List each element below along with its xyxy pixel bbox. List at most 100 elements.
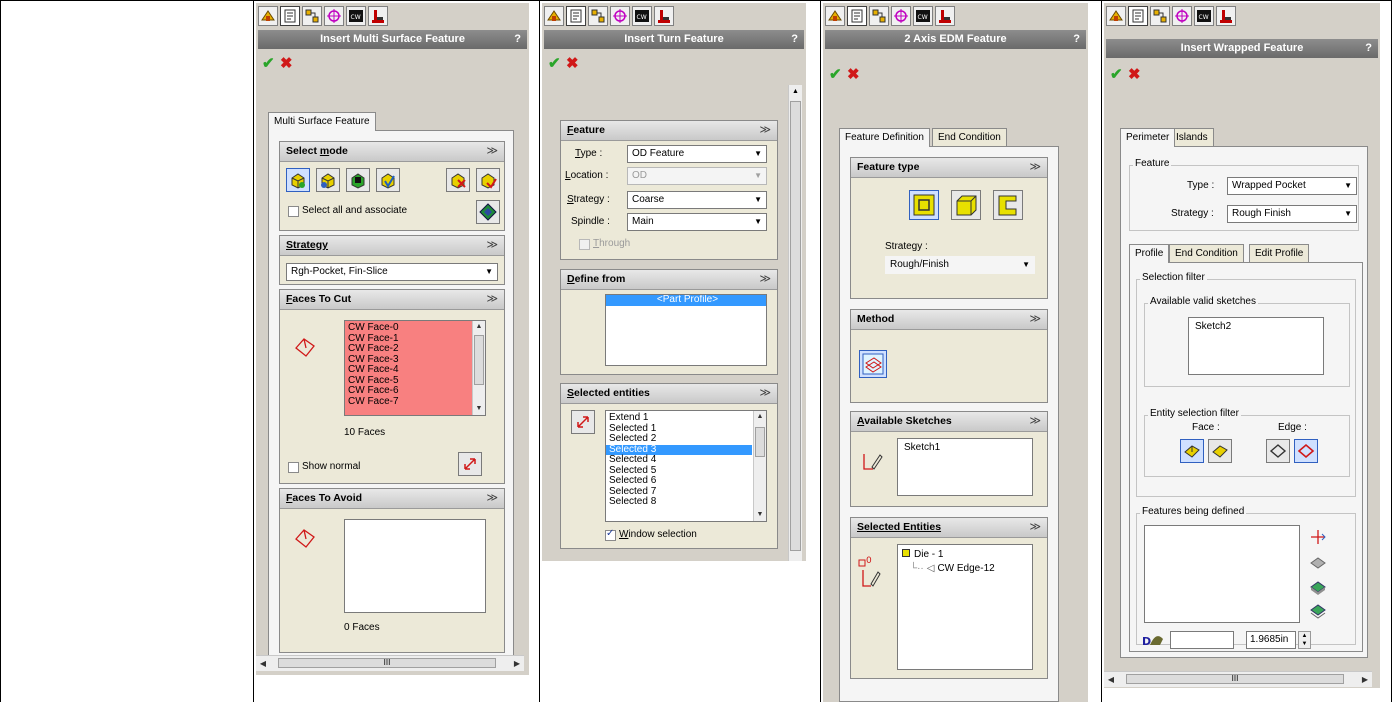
- feature-type-taper-button[interactable]: [951, 190, 981, 220]
- scroll-up-icon[interactable]: ▲: [473, 321, 485, 333]
- feature-type-step-button[interactable]: [993, 190, 1023, 220]
- configuration-tab[interactable]: [869, 6, 889, 26]
- collapse-icon[interactable]: ≫: [759, 121, 771, 140]
- depth-spinner[interactable]: ▲ ▼: [1298, 631, 1311, 649]
- ok-button[interactable]: ✔: [548, 55, 561, 73]
- panel-vertical-scrollbar[interactable]: [1372, 68, 1380, 668]
- configuration-tab[interactable]: [588, 6, 608, 26]
- feature-op2-button[interactable]: [1306, 575, 1330, 599]
- cancel-button[interactable]: ✖: [566, 55, 579, 73]
- cancel-button[interactable]: ✖: [280, 55, 293, 73]
- help-button[interactable]: ?: [791, 30, 798, 49]
- collapse-icon[interactable]: ≫: [759, 384, 771, 403]
- depth-reference-input[interactable]: [1170, 631, 1234, 649]
- available-sketches-header[interactable]: Available Sketches ≫: [851, 412, 1047, 432]
- cancel-button[interactable]: ✖: [1128, 66, 1141, 84]
- help-button[interactable]: ?: [1365, 39, 1372, 58]
- selected-entities-list[interactable]: Extend 1 Selected 1 Selected 2 Selected …: [605, 410, 767, 522]
- select-feature-mode-button[interactable]: [316, 168, 340, 192]
- select-body-mode-button[interactable]: [346, 168, 370, 192]
- collapse-icon[interactable]: ≫: [486, 489, 498, 508]
- remove-selected-button[interactable]: [446, 168, 470, 192]
- list-item[interactable]: Selected 4: [606, 454, 752, 466]
- list-item[interactable]: CW Face-2: [345, 343, 471, 355]
- select-mode-header[interactable]: Select mode ≫: [280, 142, 504, 162]
- property-manager-tab[interactable]: [280, 6, 300, 26]
- scroll-thumb[interactable]: [790, 101, 801, 551]
- scroll-thumb[interactable]: III: [278, 658, 496, 668]
- location-select[interactable]: OD: [627, 167, 767, 185]
- scroll-left-icon[interactable]: ◀: [256, 656, 270, 671]
- collapse-icon[interactable]: ≫: [759, 270, 771, 289]
- tool-tab[interactable]: [1216, 6, 1236, 26]
- define-from-header[interactable]: Define from ≫: [561, 270, 777, 290]
- list-item[interactable]: CW Face-6: [345, 385, 471, 397]
- cancel-button[interactable]: ✖: [847, 66, 860, 84]
- features-defined-list[interactable]: [1144, 525, 1300, 623]
- property-manager-tab[interactable]: [566, 6, 586, 26]
- camworks-tab[interactable]: CW: [632, 6, 652, 26]
- selected-entities-header[interactable]: Selected Entities ≫: [851, 518, 1047, 538]
- show-normal-checkbox[interactable]: [288, 462, 299, 473]
- ok-button[interactable]: ✔: [262, 55, 275, 73]
- ok-button[interactable]: ✔: [829, 66, 842, 84]
- list-item[interactable]: <Part Profile>: [606, 295, 766, 306]
- edge-filter-off-button[interactable]: [1266, 439, 1290, 463]
- camworks-tab[interactable]: CW: [346, 6, 366, 26]
- tab-profile[interactable]: Profile: [1129, 244, 1170, 263]
- dimxpert-tab[interactable]: [1172, 6, 1192, 26]
- tree-child-edge[interactable]: └·· ◁ CW Edge-12: [910, 562, 995, 576]
- faces-to-cut-list[interactable]: CW Face-0 CW Face-1 CW Face-2 CW Face-3 …: [344, 320, 486, 416]
- tab-multi-surface-feature[interactable]: Multi Surface Feature: [268, 112, 376, 131]
- faces-to-cut-header[interactable]: Faces To Cut ≫: [280, 290, 504, 310]
- selected-entities-header[interactable]: Selected entities ≫: [561, 384, 777, 404]
- edge-filter-on-button[interactable]: [1294, 439, 1318, 463]
- camworks-tab[interactable]: CW: [1194, 6, 1214, 26]
- property-manager-tab[interactable]: [847, 6, 867, 26]
- ok-button[interactable]: ✔: [1110, 66, 1123, 84]
- feature-type-header[interactable]: Feature type ≫: [851, 158, 1047, 178]
- feature-op1-button[interactable]: [1306, 551, 1330, 575]
- feature-manager-tab[interactable]: [258, 6, 278, 26]
- through-checkbox[interactable]: [579, 239, 590, 250]
- feature-manager-tab[interactable]: [825, 6, 845, 26]
- feature-header[interactable]: Feature ≫: [561, 121, 777, 141]
- method-header[interactable]: Method ≫: [851, 310, 1047, 330]
- strategy-select[interactable]: Rough Finish: [1227, 205, 1357, 223]
- configuration-tab[interactable]: [302, 6, 322, 26]
- spindle-select[interactable]: Main: [627, 213, 767, 231]
- property-manager-tab[interactable]: [1128, 6, 1148, 26]
- select-all-associate-checkbox[interactable]: [288, 206, 299, 217]
- window-selection-checkbox[interactable]: [605, 528, 616, 541]
- camworks-tab[interactable]: CW: [913, 6, 933, 26]
- entities-list-scrollbar[interactable]: ▲ ▼: [753, 411, 766, 521]
- face-filter-off-button[interactable]: [1208, 439, 1232, 463]
- scroll-thumb[interactable]: III: [1126, 674, 1344, 684]
- tab-end-condition[interactable]: End Condition: [932, 128, 1007, 146]
- collapse-icon[interactable]: ≫: [486, 290, 498, 309]
- scroll-down-icon[interactable]: ▼: [473, 403, 485, 415]
- feature-type-through-button[interactable]: [909, 190, 939, 220]
- scroll-right-icon[interactable]: ▶: [510, 656, 524, 671]
- reverse-normal-button[interactable]: [458, 452, 482, 476]
- associate-button[interactable]: [476, 200, 500, 224]
- faces-to-avoid-header[interactable]: Faces To Avoid ≫: [280, 489, 504, 509]
- feature-manager-tab[interactable]: [544, 6, 564, 26]
- tab-perimeter[interactable]: Perimeter: [1120, 128, 1176, 147]
- list-item[interactable]: Selected 2: [606, 433, 752, 445]
- scroll-down-icon[interactable]: ▼: [754, 509, 766, 521]
- list-item[interactable]: Selected 6: [606, 475, 752, 487]
- tab-end-condition[interactable]: End Condition: [1169, 244, 1244, 262]
- list-item[interactable]: Sketch2: [1189, 318, 1323, 333]
- strategy-select[interactable]: Rgh-Pocket, Fin-Slice: [286, 263, 498, 281]
- collapse-icon[interactable]: ≫: [1029, 158, 1041, 177]
- scroll-thumb[interactable]: [474, 335, 484, 385]
- dimxpert-tab[interactable]: [610, 6, 630, 26]
- method-button[interactable]: [859, 350, 887, 378]
- feature-op3-button[interactable]: [1306, 599, 1330, 623]
- tool-tab[interactable]: [935, 6, 955, 26]
- list-item[interactable]: Extend 1: [606, 412, 752, 424]
- scroll-left-icon[interactable]: ◀: [1104, 672, 1118, 687]
- tree-root-die[interactable]: Die - 1: [902, 548, 943, 562]
- collapse-icon[interactable]: ≫: [486, 142, 498, 161]
